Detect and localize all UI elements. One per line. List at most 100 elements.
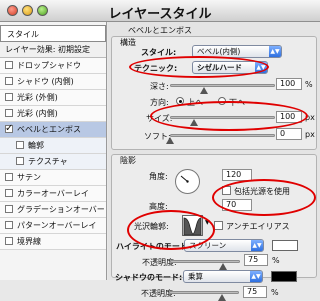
soften-input[interactable]: 0 [276, 128, 302, 140]
direction-up-label: 上へ [187, 98, 203, 107]
style-item-pattern-overlay[interactable]: パターンオーバーレイ [0, 218, 106, 234]
chevron-updown-icon: ▲▼ [269, 46, 281, 57]
bevel-emboss-title: ベベルとエンボス [128, 26, 192, 35]
checkbox[interactable] [5, 237, 13, 245]
anti-aliased-checkbox[interactable] [214, 221, 223, 230]
style-item-satin[interactable]: サテン [0, 170, 106, 186]
styles-header[interactable]: スタイル [0, 25, 106, 42]
anti-aliased-label: アンチエイリアス [226, 222, 290, 231]
angle-input[interactable]: 120 [222, 169, 252, 181]
styles-list-panel: スタイル レイヤー効果: 初期設定 ドロップシャドウ シャドウ (内側) 光彩 … [0, 22, 107, 280]
style-item-label: ドロップシャドウ [17, 61, 81, 70]
highlight-opacity-slider[interactable] [170, 260, 240, 263]
checkbox[interactable] [5, 77, 13, 85]
technique-select[interactable]: シゼルハード ▲▼ [192, 61, 268, 74]
altitude-label: 高度: [149, 202, 168, 211]
checkbox[interactable] [5, 109, 13, 117]
blending-options-label: レイヤー効果: 初期設定 [5, 45, 90, 54]
technique-select-value: シゼルハード [197, 63, 242, 72]
depth-slider-thumb[interactable] [200, 87, 208, 94]
chevron-updown-icon: ▲▼ [250, 271, 262, 282]
use-global-light-label: 包括光源を使用 [234, 187, 290, 196]
chevron-down-icon[interactable]: ▼ [205, 219, 211, 228]
style-item-label: カラーオーバーレイ [17, 189, 89, 198]
blending-options-item[interactable]: レイヤー効果: 初期設定 [0, 42, 106, 58]
angle-needle-icon [180, 175, 189, 183]
gloss-contour-label: 光沢輪郭: [134, 222, 169, 231]
style-item-stroke[interactable]: 境界線 [0, 234, 106, 250]
structure-title: 構造 [120, 38, 136, 47]
use-global-light-checkbox[interactable] [222, 186, 231, 195]
highlight-mode-value: スクリーン [189, 241, 227, 250]
gloss-contour-picker[interactable] [182, 215, 203, 236]
style-item-label: グラデーションオーバーレイ [17, 205, 106, 214]
structure-group: 構造 スタイル: ベベル(内側) ▲▼ テクニック: シゼルハード ▲▼ 深さ:… [111, 36, 317, 150]
soften-slider-thumb[interactable] [166, 137, 174, 144]
style-item-label: 光彩 (内側) [17, 109, 58, 118]
technique-label: テクニック: [134, 64, 178, 73]
direction-down-radio[interactable] [218, 97, 226, 105]
highlight-color-swatch[interactable] [272, 240, 298, 251]
soften-slider[interactable] [170, 134, 275, 137]
style-item-gradient-overlay[interactable]: グラデーションオーバーレイ [0, 202, 106, 218]
shadow-opacity-unit: % [271, 288, 279, 297]
style-item-contour[interactable]: 輪郭 [0, 138, 106, 154]
size-slider-thumb[interactable] [190, 119, 198, 126]
checkbox-checked[interactable] [5, 122, 13, 137]
highlight-mode-select[interactable]: スクリーン ▲▼ [184, 239, 264, 252]
style-item-label: 境界線 [17, 237, 41, 246]
angle-label: 角度: [149, 172, 168, 181]
highlight-opacity-input[interactable]: 75 [244, 254, 268, 266]
checkbox[interactable] [5, 173, 13, 181]
style-item-label: 光彩 (外側) [17, 93, 58, 102]
shadow-opacity-slider[interactable] [169, 291, 239, 294]
checkbox[interactable] [5, 221, 13, 229]
style-item-outer-glow[interactable]: 光彩 (外側) [0, 90, 106, 106]
depth-label: 深さ: [150, 82, 169, 91]
chevron-updown-icon: ▲▼ [251, 240, 263, 251]
angle-dial[interactable] [175, 169, 200, 194]
direction-down-label: 下へ [229, 98, 245, 107]
style-item-label: サテン [17, 173, 41, 182]
checkbox[interactable] [5, 93, 13, 101]
window-title: レイヤースタイル [108, 7, 212, 22]
direction-up-radio[interactable] [176, 97, 184, 105]
shadow-opacity-input[interactable]: 75 [243, 286, 267, 298]
shadow-mode-select[interactable]: 乗算 ▲▼ [183, 270, 263, 283]
checkbox[interactable] [5, 205, 13, 213]
size-unit: px [305, 113, 315, 122]
style-item-label: ベベルとエンボス [17, 125, 81, 134]
style-item-color-overlay[interactable]: カラーオーバーレイ [0, 186, 106, 202]
style-select-value: ベベル(内側) [197, 47, 241, 56]
checkbox[interactable] [16, 141, 24, 149]
shadow-opacity-thumb[interactable] [218, 294, 226, 301]
settings-panel: ベベルとエンボス 構造 スタイル: ベベル(内側) ▲▼ テクニック: シゼルハ… [108, 22, 320, 301]
style-select[interactable]: ベベル(内側) ▲▼ [192, 45, 282, 58]
direction-label: 方向: [150, 98, 169, 107]
checkbox[interactable] [16, 157, 24, 165]
style-item-label: シャドウ (内側) [17, 77, 74, 86]
soften-unit: px [305, 130, 315, 139]
highlight-opacity-thumb[interactable] [219, 263, 227, 270]
highlight-mode-label: ハイライトのモード: [116, 242, 192, 251]
shading-title: 陰影 [120, 156, 136, 165]
shadow-mode-label: シャドウのモード: [115, 273, 183, 282]
style-item-label: 輪郭 [28, 141, 44, 150]
style-item-texture[interactable]: テクスチャ [0, 154, 106, 170]
depth-slider[interactable] [170, 84, 275, 87]
size-label: サイズ: [146, 114, 173, 123]
style-item-inner-glow[interactable]: 光彩 (内側) [0, 106, 106, 122]
checkbox[interactable] [5, 189, 13, 197]
depth-unit: % [305, 80, 313, 89]
style-item-bevel-emboss[interactable]: ベベルとエンボス [0, 122, 106, 138]
style-label: スタイル: [141, 48, 177, 57]
style-item-inner-shadow[interactable]: シャドウ (内側) [0, 74, 106, 90]
style-item-drop-shadow[interactable]: ドロップシャドウ [0, 58, 106, 74]
size-input[interactable]: 100 [276, 111, 302, 123]
checkbox[interactable] [5, 61, 13, 69]
highlight-opacity-unit: % [272, 256, 280, 265]
size-slider[interactable] [170, 116, 275, 119]
depth-input[interactable]: 100 [276, 78, 302, 90]
shadow-color-swatch[interactable] [271, 271, 297, 282]
altitude-input[interactable]: 70 [222, 199, 252, 211]
